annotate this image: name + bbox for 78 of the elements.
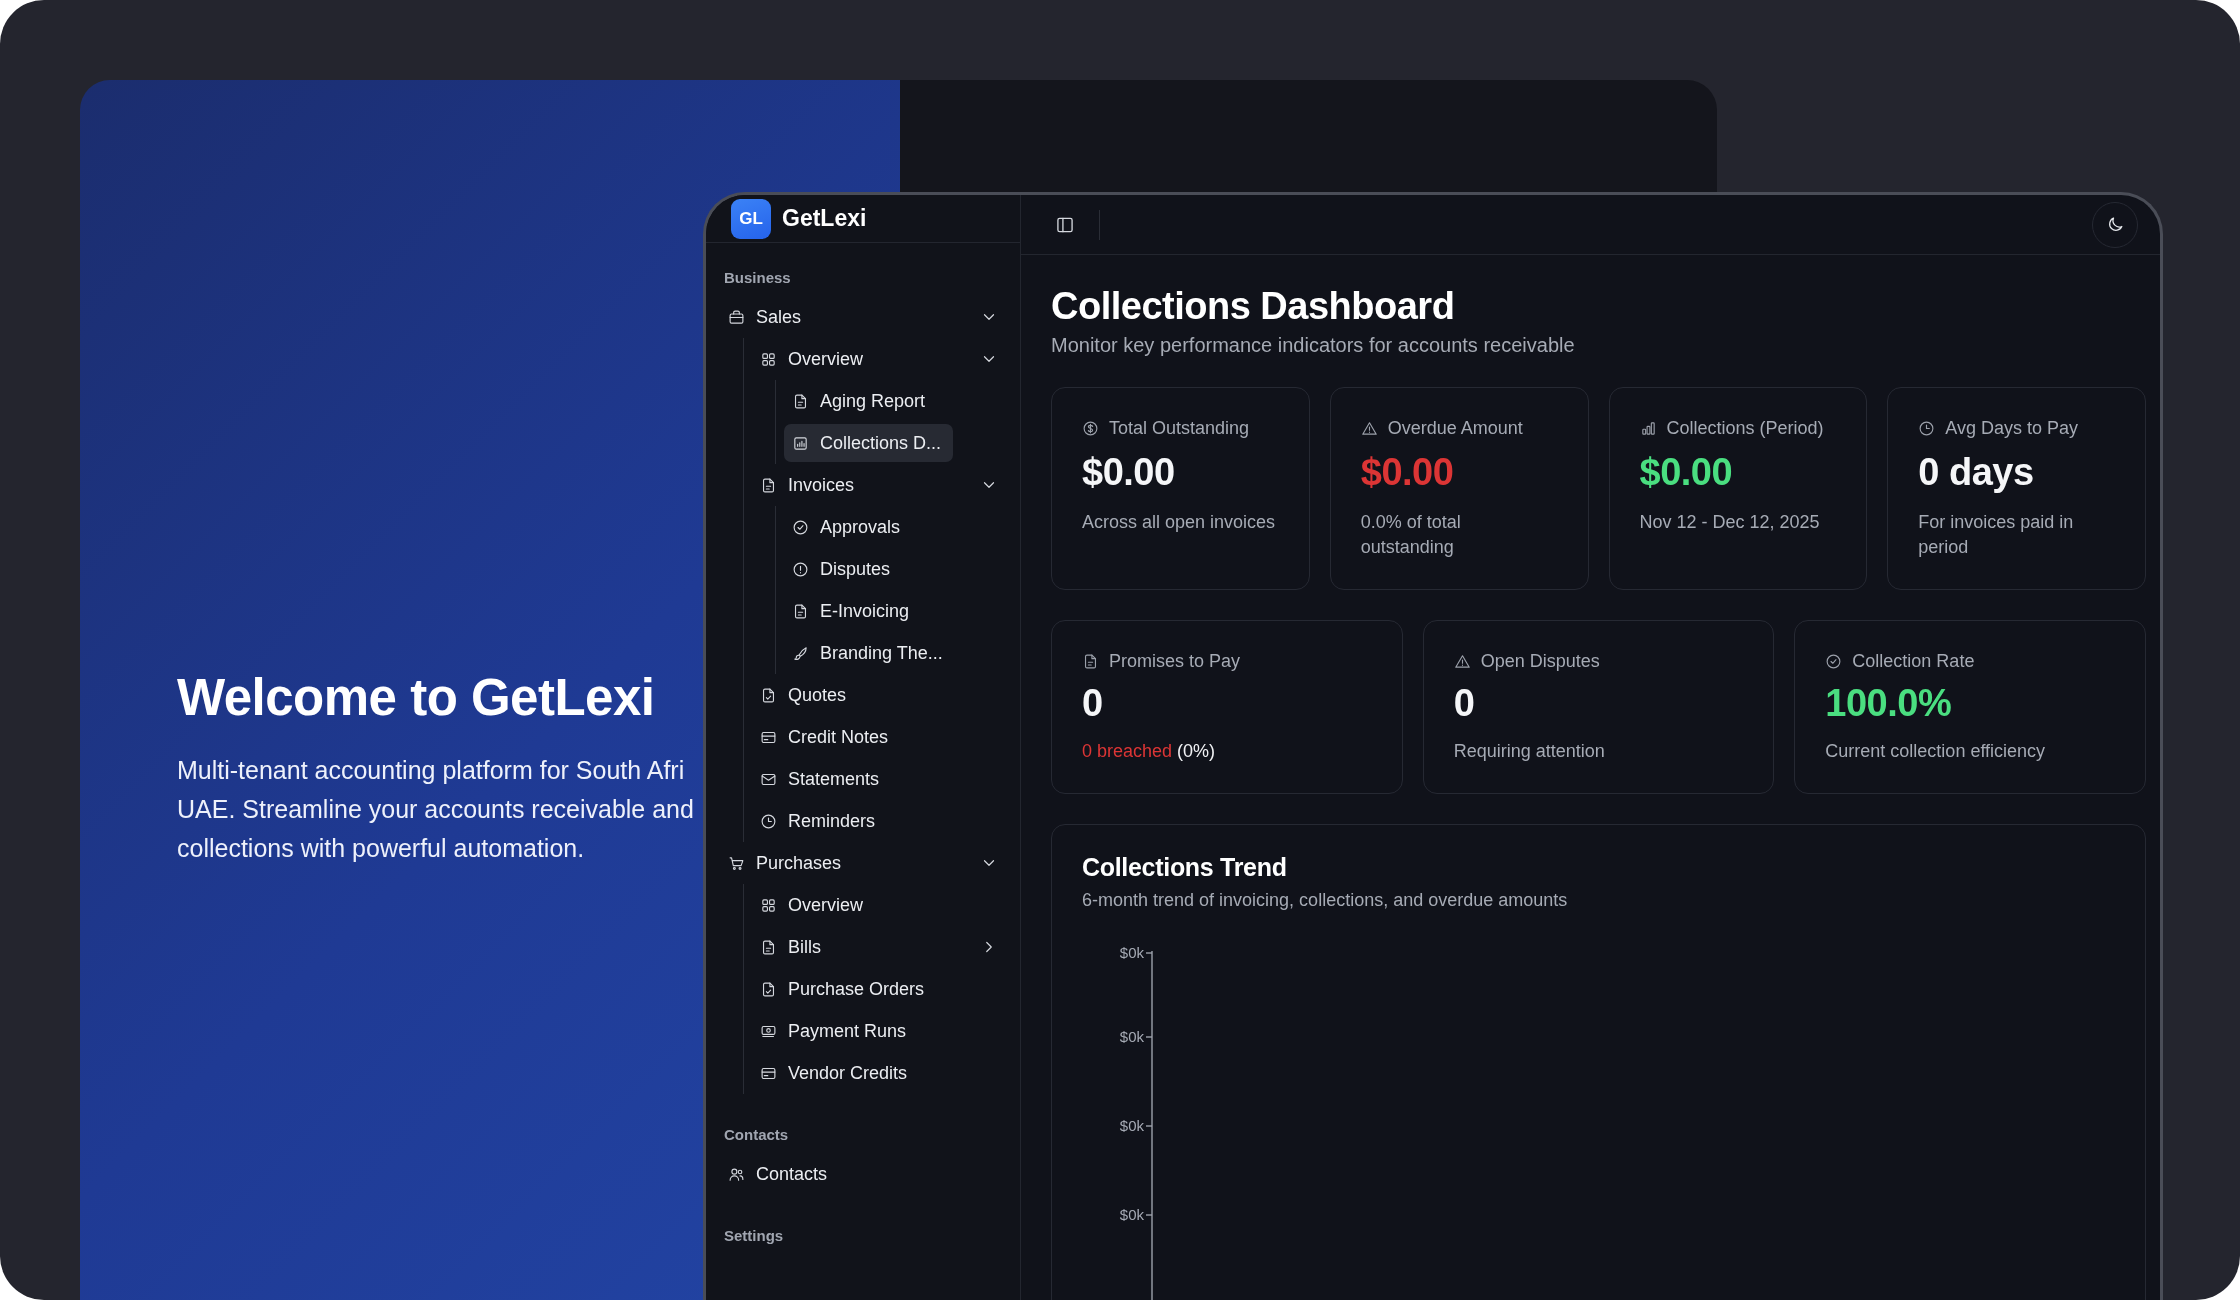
nav-item[interactable]: Credit Notes xyxy=(752,718,1006,756)
nav-item[interactable]: Invoices xyxy=(752,466,1006,504)
y-axis-label: $0k xyxy=(1119,1117,1144,1134)
nav-item[interactable]: Contacts xyxy=(720,1155,1006,1193)
stat-label: Avg Days to Pay xyxy=(1945,418,2078,439)
check-circle-icon xyxy=(792,518,809,536)
document-icon xyxy=(792,392,809,410)
clock-icon xyxy=(760,812,777,830)
hero-title: Welcome to GetLexi xyxy=(177,668,655,727)
y-axis-label: $0k xyxy=(1119,944,1144,961)
nav-item[interactable]: Purchases xyxy=(720,844,1006,882)
cart-icon xyxy=(728,854,745,872)
stat-label: Total Outstanding xyxy=(1109,418,1250,439)
nav-item[interactable]: Sales xyxy=(720,298,1006,336)
nav-item[interactable]: Statements xyxy=(752,760,1006,798)
nav-item[interactable]: Purchase Orders xyxy=(752,970,1006,1008)
stat-value: $0.00 xyxy=(1082,451,1176,494)
logo-badge: GL xyxy=(731,198,771,239)
bar-chart-icon xyxy=(1639,420,1657,437)
nav-item[interactable]: Bills xyxy=(752,928,1006,966)
stat-value: 0 xyxy=(1082,682,1104,725)
warning-icon xyxy=(1453,653,1471,670)
stat-label: Open Disputes xyxy=(1480,651,1600,672)
stat-note: 0 breached (0%) xyxy=(1082,740,1217,763)
page-subtitle: Monitor key performance indicators for accounts receivable xyxy=(1051,334,1576,357)
stat-note: Nov 12 - Dec 12, 2025 xyxy=(1639,511,1821,534)
document-icon xyxy=(760,476,777,494)
nav-item[interactable]: Payment Runs xyxy=(752,1012,1006,1050)
brush-icon xyxy=(792,644,809,662)
nav-item[interactable]: Approvals xyxy=(784,508,909,546)
alert-circle-icon xyxy=(792,560,809,578)
page-title: Collections Dashboard xyxy=(1051,285,1456,328)
nav-item[interactable]: Collections D... xyxy=(784,424,954,462)
nav-item[interactable]: Overview xyxy=(752,340,1006,378)
hero-description: Multi-tenant accounting platform for South Afri UAE. Streamline your accounts receivable and collections with powerful automation. xyxy=(177,755,694,864)
stat-label: Collection Rate xyxy=(1852,651,1975,672)
stat-value: 100.0% xyxy=(1825,682,1953,725)
grid-icon xyxy=(760,896,777,914)
section-label: Business xyxy=(723,268,792,288)
y-axis-label: $0k xyxy=(1119,1028,1144,1045)
document-icon xyxy=(1082,653,1099,670)
nav-item[interactable]: Quotes xyxy=(752,676,1006,714)
y-axis-label: $0k xyxy=(1119,1206,1144,1223)
section-label: Contacts xyxy=(723,1125,790,1145)
briefcase-icon xyxy=(728,308,745,326)
stat-value: 0 xyxy=(1453,682,1476,725)
stat-note: Current collection efficiency xyxy=(1825,740,2047,763)
stat-note: For invoices paid in period xyxy=(1918,511,2075,559)
nav-item[interactable]: Vendor Credits xyxy=(752,1054,1006,1092)
grid-icon xyxy=(760,350,777,368)
chart-icon xyxy=(792,434,809,452)
check-circle-icon xyxy=(1825,653,1843,670)
chart-title: Collections Trend xyxy=(1082,853,1288,882)
nav-item[interactable]: Reminders xyxy=(752,802,1006,840)
stat-value: 0 days xyxy=(1918,451,2035,494)
nav-item[interactable]: Overview xyxy=(752,886,1006,924)
document-icon xyxy=(760,938,777,956)
nav-item[interactable]: Disputes xyxy=(784,550,899,588)
nav-item[interactable]: E-Invoicing xyxy=(784,592,918,630)
clock-icon xyxy=(1918,420,1936,437)
dollar-circle-icon xyxy=(1082,420,1099,437)
stat-value: $0.00 xyxy=(1360,451,1455,494)
chart-subtitle: 6-month trend of invoicing, collections, and overdue amounts xyxy=(1082,890,1569,911)
warning-icon xyxy=(1360,420,1378,437)
stat-value: $0.00 xyxy=(1639,451,1734,494)
nav-item[interactable]: Branding The... xyxy=(784,634,951,672)
document-check-icon xyxy=(760,980,777,998)
document-check-icon xyxy=(760,686,777,704)
stat-note: 0.0% of total outstanding xyxy=(1360,511,1462,559)
stat-note: Requiring attention xyxy=(1453,740,1606,763)
stat-label: Collections (Period) xyxy=(1666,418,1824,439)
app-name: GetLexi xyxy=(782,205,867,232)
nav-item[interactable]: Aging Report xyxy=(784,382,934,420)
stat-note: Across all open invoices xyxy=(1082,511,1277,534)
stat-label: Promises to Pay xyxy=(1109,651,1241,672)
stat-label: Overdue Amount xyxy=(1387,418,1523,439)
document-icon xyxy=(792,602,809,620)
section-label: Settings xyxy=(723,1226,785,1246)
